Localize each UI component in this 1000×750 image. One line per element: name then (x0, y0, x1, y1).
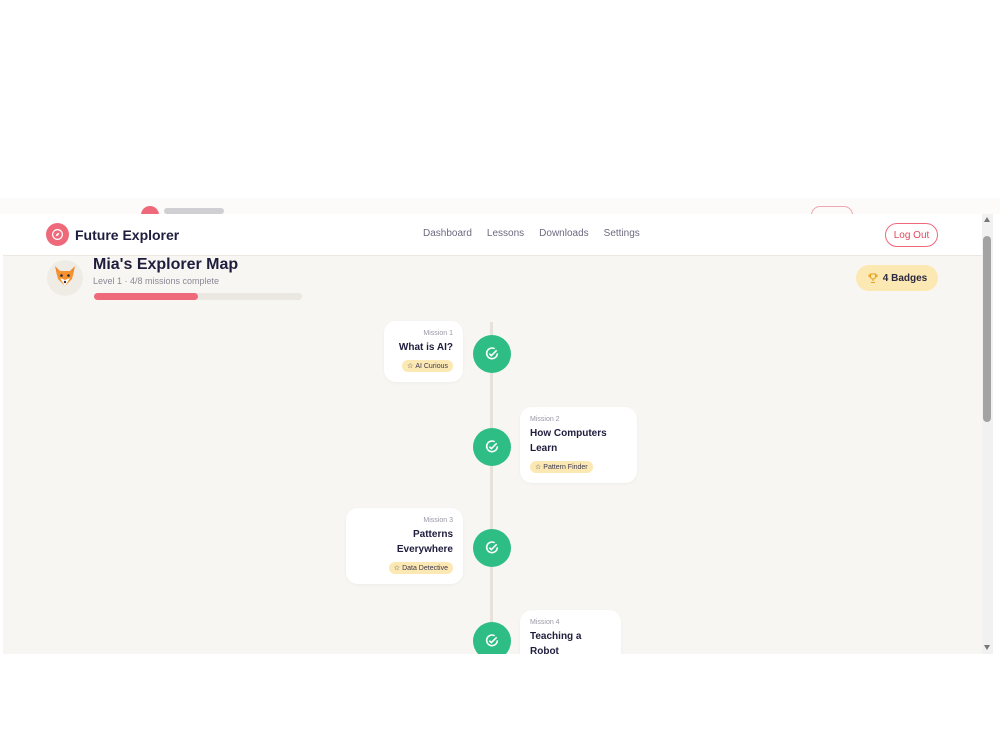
check-circle-icon (485, 440, 499, 453)
brand-name: Future Explorer (75, 226, 180, 243)
nav-settings[interactable]: Settings (604, 228, 640, 239)
compass-icon (46, 223, 69, 246)
ghost-logo (141, 206, 159, 214)
mission-label: Mission 3 (423, 517, 453, 524)
app-viewport: Future Explorer Dashboard Lessons Downlo… (3, 214, 982, 654)
nav-dashboard[interactable]: Dashboard (423, 228, 472, 239)
mission-node-4[interactable] (473, 622, 511, 654)
mission-label: Mission 4 (530, 619, 560, 626)
profile-subtitle: Level 1 · 4/8 missions complete (93, 276, 220, 286)
mission-badge: ☆ Data Detective (388, 562, 453, 574)
background-header-ghost (0, 198, 1000, 214)
mission-title: Patterns Everywhere (396, 529, 453, 555)
mission-card-4[interactable]: Mission 4 Teaching a Robot ☆ (520, 610, 621, 654)
mission-card-2[interactable]: Mission 2 How Computers Learn ☆ Pattern … (520, 407, 637, 483)
check-circle-icon (485, 347, 499, 360)
nav-lessons[interactable]: Lessons (487, 228, 524, 239)
trophy-icon (868, 273, 878, 284)
progress-bar (94, 293, 302, 300)
progress-fill (94, 293, 198, 300)
avatar (47, 260, 83, 296)
star-icon: ☆ (407, 363, 414, 370)
scroll-up-arrow-icon[interactable] (984, 217, 990, 222)
check-circle-icon (485, 541, 499, 554)
mission-badge-label: Data Detective (402, 564, 448, 572)
fox-icon (53, 265, 77, 292)
brand[interactable]: Future Explorer (46, 223, 179, 246)
vertical-scrollbar[interactable] (982, 214, 993, 654)
mission-title: What is AI? (398, 342, 453, 353)
check-circle-icon (485, 634, 499, 647)
scrollbar-thumb[interactable] (983, 236, 991, 422)
badges-pill[interactable]: 4 Badges (856, 265, 938, 291)
main-nav: Dashboard Lessons Downloads Settings (423, 228, 655, 239)
mission-title: Teaching a Robot (530, 631, 582, 654)
mission-node-1[interactable] (473, 335, 511, 373)
top-nav: Future Explorer Dashboard Lessons Downlo… (3, 214, 982, 256)
mission-label: Mission 1 (423, 330, 453, 337)
star-icon: ☆ (535, 464, 542, 471)
mission-badge: ☆ Pattern Finder (530, 461, 593, 473)
mission-node-2[interactable] (473, 428, 511, 466)
mission-card-1[interactable]: Mission 1 What is AI? ☆ AI Curious (384, 321, 463, 382)
mission-title: How Computers Learn (530, 428, 607, 454)
mission-badge: ☆ AI Curious (402, 360, 453, 372)
ghost-button (811, 206, 853, 214)
mission-card-3[interactable]: Mission 3 Patterns Everywhere ☆ Data Det… (346, 508, 463, 584)
star-icon: ☆ (393, 565, 401, 572)
mission-badge-label: AI Curious (415, 362, 448, 370)
mission-label: Mission 2 (530, 416, 560, 423)
mission-node-3[interactable] (473, 529, 511, 567)
scroll-down-arrow-icon[interactable] (984, 645, 990, 650)
nav-downloads[interactable]: Downloads (539, 228, 588, 239)
profile-title: Mia's Explorer Map (93, 256, 239, 273)
badges-count: 4 Badges (882, 272, 928, 284)
logout-button[interactable]: Log Out (885, 223, 938, 247)
mission-badge-label: Pattern Finder (543, 463, 588, 471)
